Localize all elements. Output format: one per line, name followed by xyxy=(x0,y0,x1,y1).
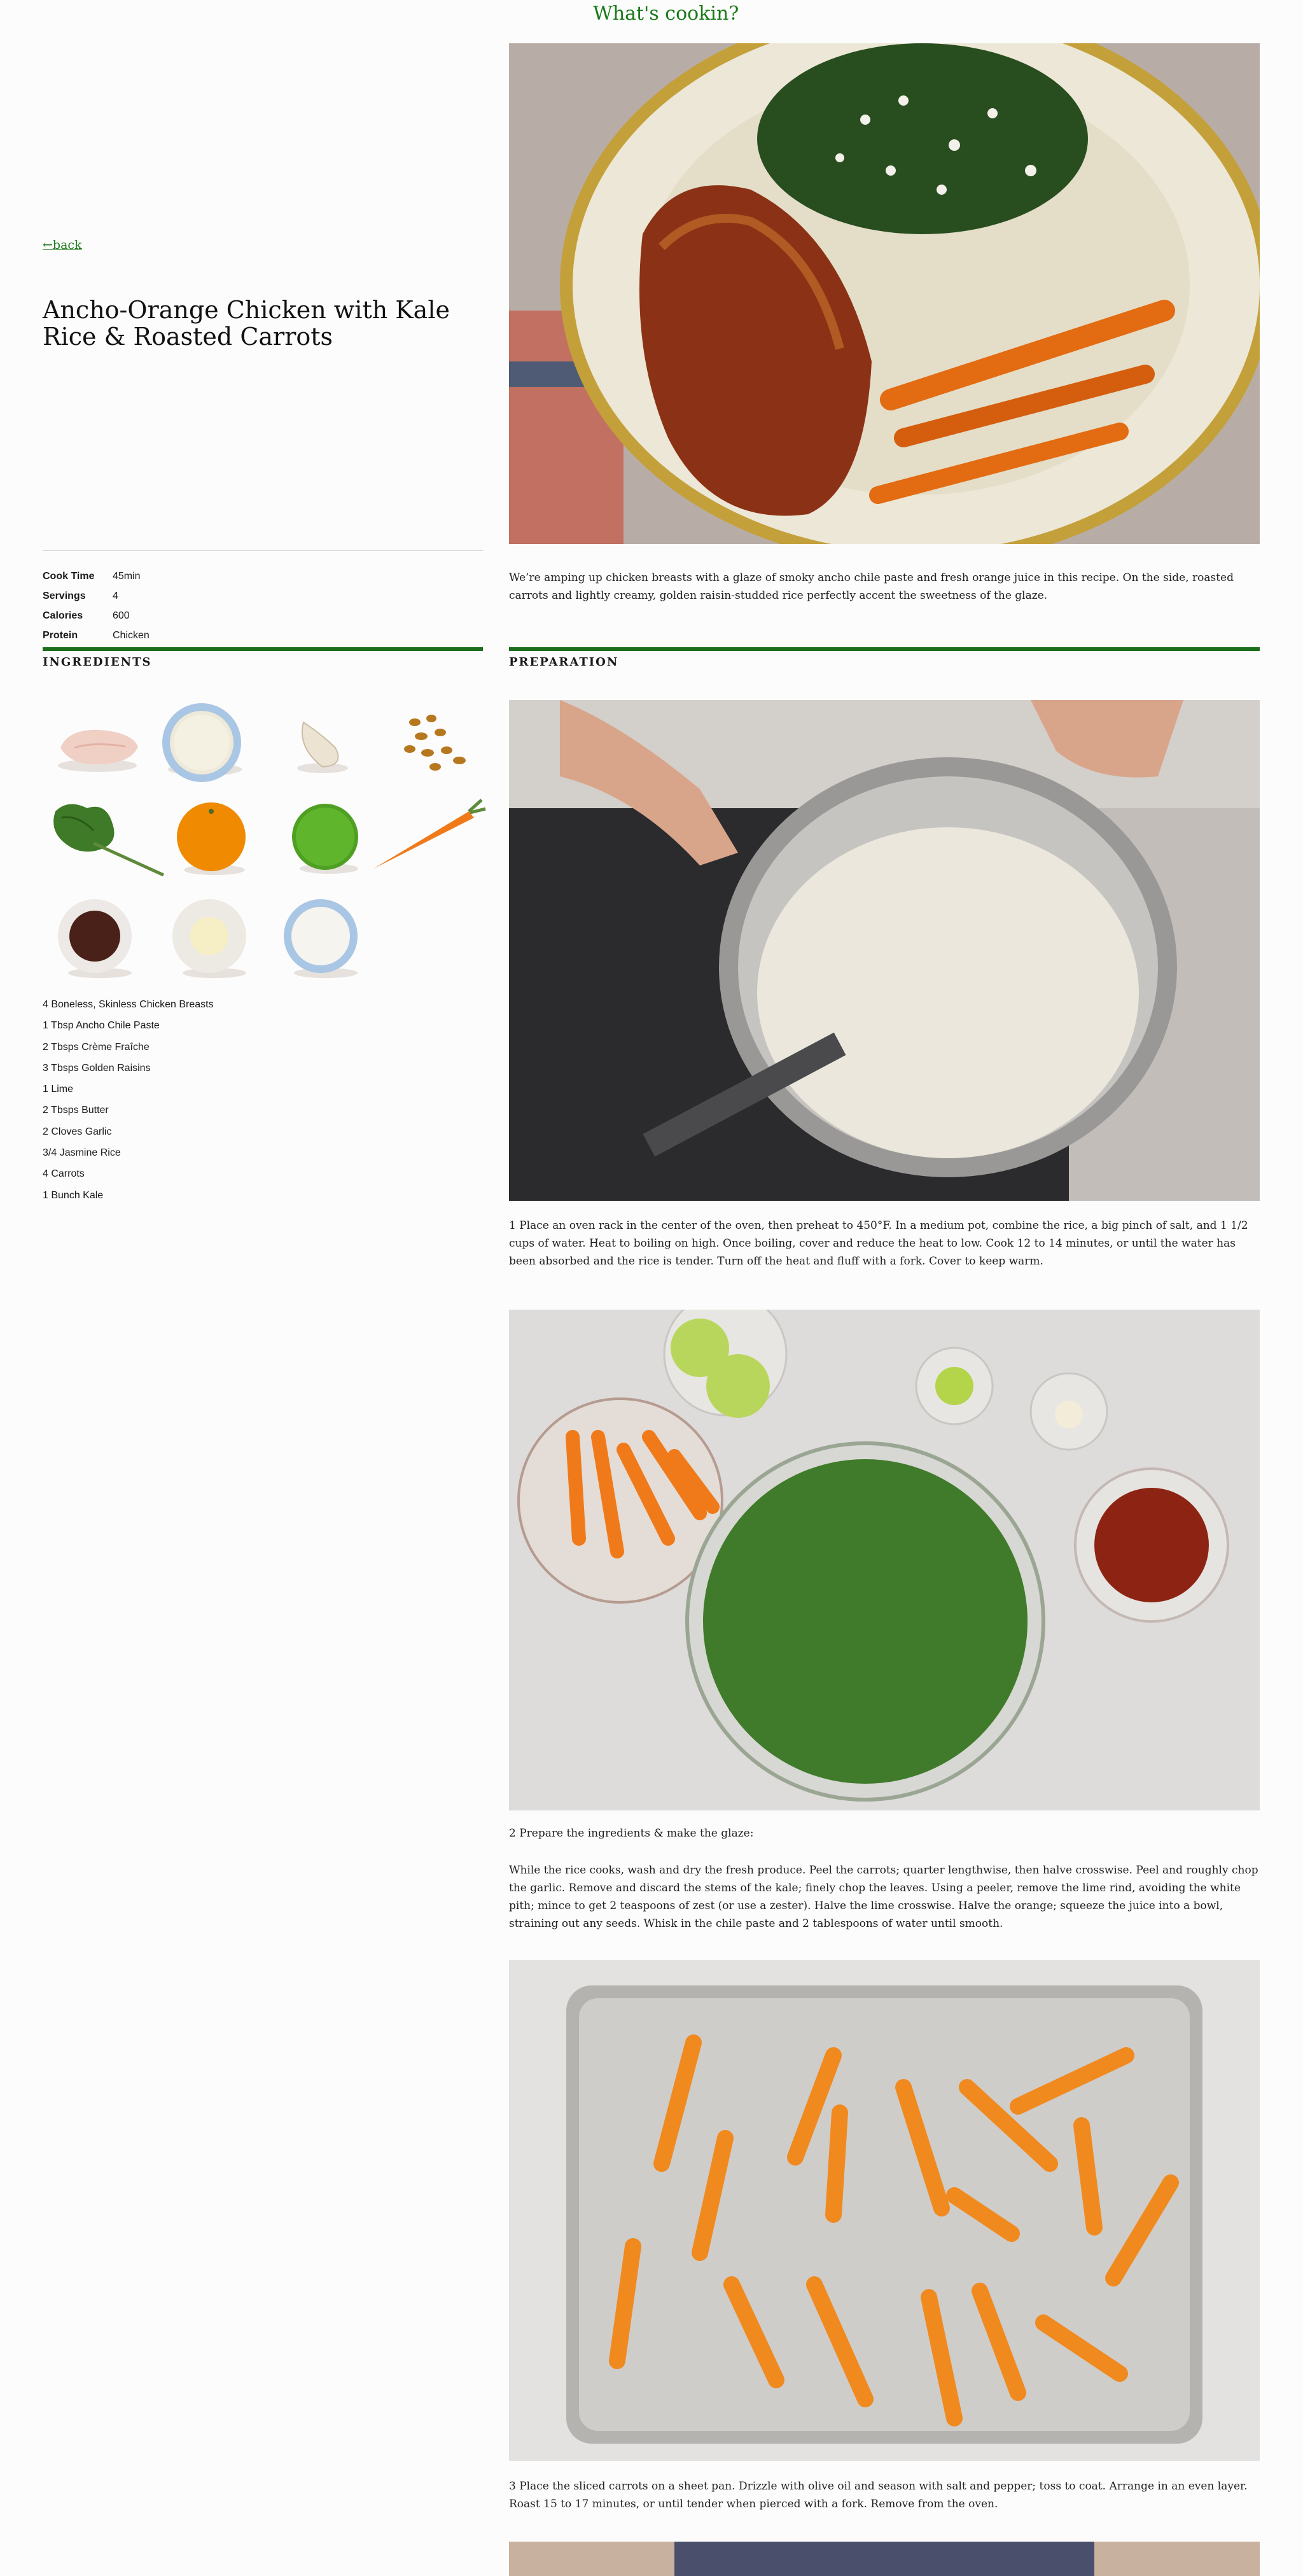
jasmine-rice-icon xyxy=(154,697,256,786)
stat-label: Cook Time xyxy=(43,570,95,582)
list-item: 3 Tbsps Golden Raisins xyxy=(43,1062,151,1074)
step-3-image xyxy=(509,1960,1260,2461)
list-item: 1 Bunch Kale xyxy=(43,1189,104,1201)
list-item: 2 Tbsps Butter xyxy=(43,1105,109,1116)
preparation-rule xyxy=(509,647,1260,651)
ingredients-rule xyxy=(43,647,483,651)
preparation-heading: PREPARATION xyxy=(509,655,619,669)
garlic-icon xyxy=(265,697,367,786)
divider xyxy=(43,550,483,551)
list-item: 4 Carrots xyxy=(43,1168,85,1180)
step-3-text: 3 Place the sliced carrots on a sheet pa… xyxy=(509,2480,1248,2510)
back-link[interactable]: ←back xyxy=(43,238,82,252)
list-item: 1 Tbsp Ancho Chile Paste xyxy=(43,1020,160,1032)
carrot-icon xyxy=(361,792,486,881)
stat-servings: Servings 4 xyxy=(43,586,150,606)
creme-fraiche-icon xyxy=(281,894,383,983)
list-item: 3/4 Jasmine Rice xyxy=(43,1147,121,1159)
kale-icon xyxy=(43,792,165,881)
stat-label: Calories xyxy=(43,610,83,621)
stat-value: Chicken xyxy=(113,629,150,641)
chicken-breast-icon xyxy=(43,697,144,786)
stat-value: 4 xyxy=(113,590,118,601)
hero-dish-image xyxy=(509,43,1260,544)
stat-value: 45min xyxy=(113,570,141,582)
site-title[interactable]: What's cookin? xyxy=(593,3,739,25)
recipe-description: We’re amping up chicken breasts with a g… xyxy=(509,571,1234,602)
list-item: 1 Lime xyxy=(43,1084,74,1095)
ingredient-list: 4 Boneless, Skinless Chicken Breasts 1 T… xyxy=(43,994,214,1206)
stat-calories: Calories 600 xyxy=(43,606,150,626)
step-1-image xyxy=(509,700,1260,1201)
stat-value: 600 xyxy=(113,610,130,621)
stat-cook-time: Cook Time 45min xyxy=(43,566,150,586)
butter-icon xyxy=(170,894,272,983)
list-item: 2 Tbsps Crème Fraîche xyxy=(43,1041,150,1053)
stat-protein: Protein Chicken xyxy=(43,626,150,645)
step-1-text: 1 Place an oven rack in the center of th… xyxy=(509,1219,1248,1268)
ingredients-heading: INGREDIENTS xyxy=(43,655,152,669)
ancho-chile-paste-icon xyxy=(55,894,157,983)
step-2-heading: 2 Prepare the ingredients & make the gla… xyxy=(509,1827,754,1840)
step-2-text: While the rice cooks, wash and dry the f… xyxy=(509,1864,1258,1930)
orange-icon xyxy=(170,792,272,881)
recipe-title: Ancho-Orange Chicken with Kale Rice & Ro… xyxy=(43,296,450,351)
golden-raisins-icon xyxy=(377,697,478,786)
stat-label: Servings xyxy=(43,590,86,601)
step-2-image xyxy=(509,1310,1260,1810)
list-item: 4 Boneless, Skinless Chicken Breasts xyxy=(43,999,214,1010)
list-item: 2 Cloves Garlic xyxy=(43,1126,112,1137)
recipe-stats: Cook Time 45min Servings 4 Calories 600 … xyxy=(43,566,150,645)
stat-label: Protein xyxy=(43,629,78,641)
step-4-image xyxy=(509,2542,1260,2576)
